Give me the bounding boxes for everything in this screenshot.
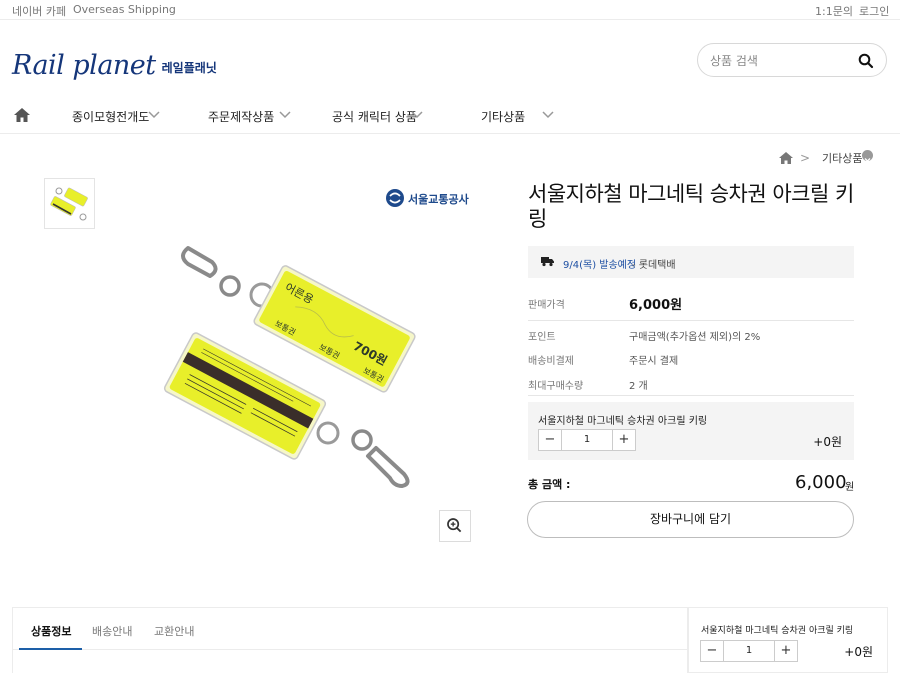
floating-quantity-stepper: − 1 + [700,640,798,662]
total-value: 6,000 [795,472,847,493]
shipping-info-box: 9/4(목) 발송예정 - 롯데택배 [528,246,854,278]
price-value: 6,000원 [629,298,683,313]
chevron-down-icon[interactable] [147,110,161,120]
active-tab-indicator [19,648,82,650]
quantity-decrease-button[interactable]: − [539,430,561,450]
option-price: +0원 [813,435,842,449]
tab-shipping-guide[interactable]: 배송안내 [92,623,132,639]
quantity-stepper: − 1 + [538,429,636,451]
logo-subtitle: 레일플래닛 [161,61,217,75]
chevron-down-icon[interactable] [278,110,292,120]
overseas-shipping-link[interactable]: Overseas Shipping [73,3,176,16]
truck-icon [541,257,554,267]
point-label: 포인트 [528,332,556,343]
floating-option-name: 서울지하철 마그네틱 승차권 아크릴 키링 [701,626,854,636]
quantity-input[interactable]: 1 [561,430,613,450]
ticket-keyring-lower [163,332,327,460]
chevron-down-icon[interactable] [541,110,555,120]
main-nav: 종이모형전개도 주문제작상품 공식 캐릭터 상품 기타상품 [0,98,900,134]
product-detail-tabs: 상품정보 배송안내 교환안내 [12,607,688,673]
floating-quantity-decrease-button[interactable]: − [701,641,723,661]
nav-item-official-character[interactable]: 공식 캐릭터 상품 [332,108,417,125]
breadcrumb-home-icon[interactable] [778,151,794,165]
home-icon[interactable] [12,106,32,124]
total-label: 총 금액 : [528,478,571,491]
zoom-button[interactable] [439,510,471,542]
shipping-carrier: - 롯데택배 [632,260,676,271]
divider [528,320,854,321]
naver-cafe-link[interactable]: 네이버 카페 [12,3,66,19]
top-utility-bar: 네이버 카페 Overseas Shipping 1:1문의 로그인 [0,0,900,20]
floating-quantity-increase-button[interactable]: + [775,641,797,661]
chevron-down-icon[interactable] [862,150,873,162]
keyring-clasp-upper [181,246,275,308]
option-name: 서울지하철 마그네틱 승차권 아크릴 키링 [538,416,708,427]
divider [528,395,854,396]
price-label: 판매가격 [528,300,565,311]
tab-exchange-guide[interactable]: 교환안내 [154,623,194,639]
product-main-image: 서울교통공사 어른용 700원 보통권 보통권 보통권 [163,189,470,488]
max-quantity-label: 최대구매수량 [528,381,584,392]
nav-item-other-products[interactable]: 기타상품 [481,108,525,125]
search-icon[interactable] [857,52,875,70]
total-unit: 원 [845,482,855,493]
search-box [697,43,887,77]
inquiry-link[interactable]: 1:1문의 [815,3,853,19]
add-to-cart-button[interactable]: 장바구니에 담기 [527,501,854,538]
keyring-clasp-lower [316,421,410,488]
product-thumbnail[interactable] [44,178,95,229]
login-link[interactable]: 로그인 [859,3,889,19]
tab-divider [13,649,687,650]
product-title: 서울지하철 마그네틱 승차권 아크릴 키링 [528,182,854,231]
site-logo[interactable]: Rail planet 레일플래닛 [12,50,217,80]
option-box: 서울지하철 마그네틱 승차권 아크릴 키링 − 1 + +0원 [528,402,854,460]
zoom-in-icon [447,518,462,533]
logo-text: Rail planet [12,50,156,81]
floating-option-price: +0원 [844,645,873,659]
floating-quantity-input[interactable]: 1 [723,641,775,661]
shipping-fee-label: 배송비결제 [528,356,574,367]
shipping-fee-value: 주문시 결제 [629,356,679,367]
seoul-metro-logo: 서울교통공사 [386,189,470,207]
chevron-down-icon[interactable] [410,110,424,120]
point-value: 구매금액(추가옵션 제외)의 2% [629,332,761,343]
shipping-date: 9/4(목) 발송예정 [563,260,637,271]
tab-product-info[interactable]: 상품정보 [31,623,71,639]
ticket-keyring-upper: 어른용 700원 보통권 보통권 보통권 [253,265,416,393]
search-input[interactable] [710,52,850,70]
max-quantity-value: 2 개 [629,381,648,392]
breadcrumb-category[interactable]: 기타상품 [822,150,862,166]
nav-item-paper-model[interactable]: 종이모형전개도 [72,108,149,125]
breadcrumb-separator: > [800,151,811,165]
brand-text: 서울교통공사 [408,192,470,206]
quantity-increase-button[interactable]: + [613,430,635,450]
nav-item-custom-order[interactable]: 주문제작상품 [208,108,274,125]
floating-order-box: 서울지하철 마그네틱 승차권 아크릴 키링 − 1 + +0원 [688,607,888,673]
